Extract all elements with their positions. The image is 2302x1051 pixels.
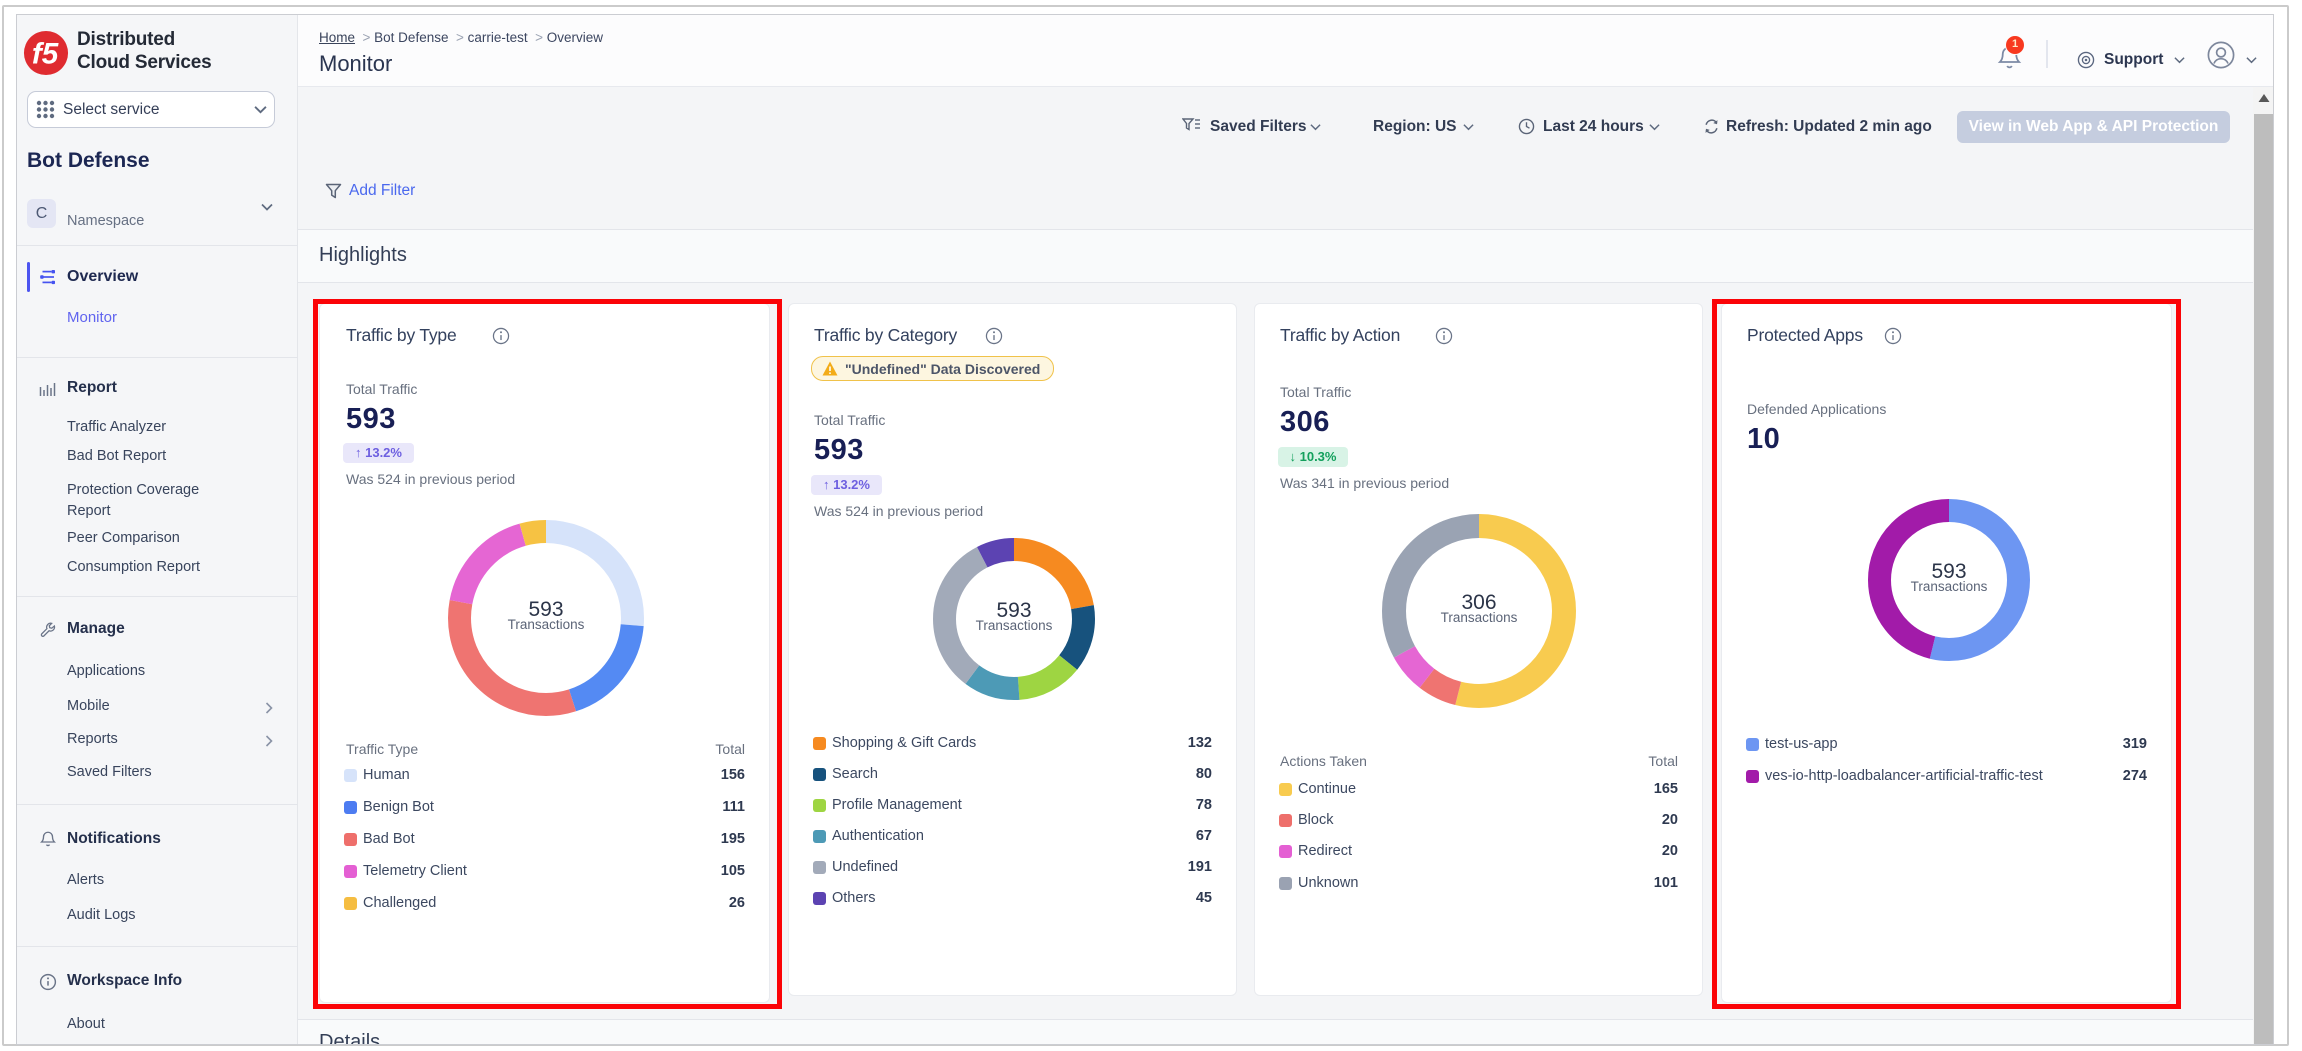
- svg-text:f5: f5: [32, 38, 59, 71]
